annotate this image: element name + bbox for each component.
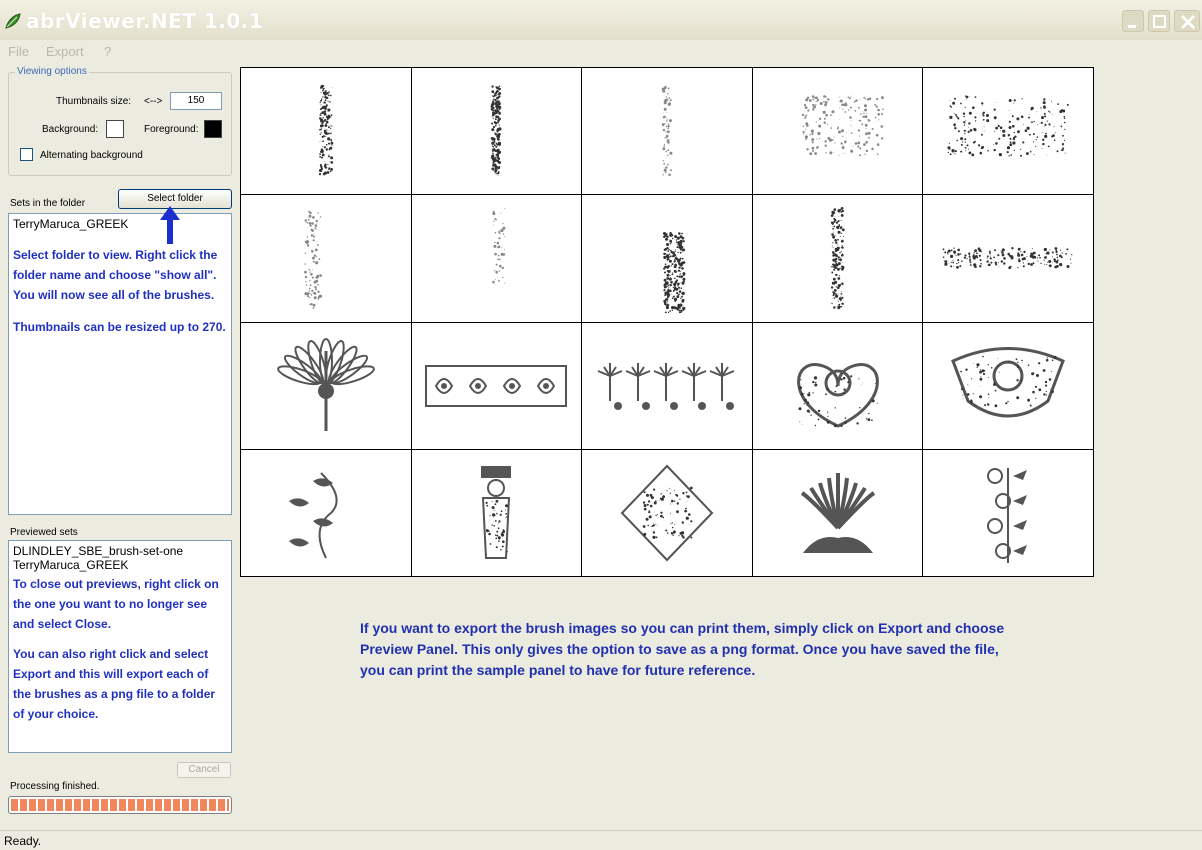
export-note: You can also right click and select Expo… (13, 647, 216, 721)
select-folder-note: Select folder to view. Right click the f… (13, 248, 218, 302)
minimize-button[interactable] (1122, 10, 1144, 32)
ornate-crest-brush-icon (951, 346, 1066, 418)
brush-thumbnail-grunge-vertical-streak-brush[interactable] (241, 68, 411, 195)
menu-help[interactable]: ? (104, 44, 111, 59)
list-item[interactable]: TerryMaruca_GREEK (9, 217, 231, 231)
scattered-dust-brush-icon (801, 95, 884, 157)
grunge-vertical-stroke-brush-icon (490, 85, 502, 176)
brush-thumbnail-grunge-vertical-stroke-brush[interactable] (411, 68, 582, 195)
sets-listbox[interactable]: TerryMaruca_GREEK Select folder to view.… (8, 213, 232, 515)
brush-thumbnail-ornate-crest-brush[interactable] (923, 322, 1093, 449)
foreground-label: Foreground: (144, 124, 199, 135)
close-previews-note: To close out previews, right click on th… (13, 577, 219, 631)
horizontal-streak-brush-icon (942, 247, 1073, 270)
brush-thumbnail-vertical-edge-texture-brush[interactable] (241, 195, 411, 322)
anthemion-palmette-brush-icon (800, 472, 875, 553)
scattered-speckle-brush-icon (947, 95, 1070, 157)
brush-thumbnail-caryatid-figure-brush[interactable] (411, 449, 582, 576)
leaf-app-icon (5, 13, 21, 29)
alternating-background-label: Alternating background (40, 150, 143, 161)
menu-bar: File Export ? (0, 40, 1202, 62)
sets-in-folder-label: Sets in the folder (10, 198, 86, 209)
brush-thumbnail-scattered-speckle-brush[interactable] (923, 68, 1093, 195)
greek-heart-ornament-brush-icon (796, 362, 879, 428)
foreground-color-swatch[interactable] (204, 120, 222, 138)
status-text: Ready. (4, 834, 42, 848)
menu-export[interactable]: Export (46, 44, 84, 59)
vertical-stripe-grunge-brush-icon (830, 207, 845, 310)
brush-thumbnail-greek-palmette-ornament-brush[interactable] (241, 322, 411, 449)
brush-thumbnail-grid (240, 67, 1094, 577)
progress-bar (8, 796, 232, 814)
brush-thumbnail-dense-vertical-grunge-brush[interactable] (582, 195, 752, 322)
greek-border-frieze-brush-icon (425, 364, 568, 407)
close-button[interactable] (1174, 10, 1200, 32)
thumbnail-size-label: Thumbnails size: (56, 96, 132, 107)
greek-palmette-ornament-brush-icon (276, 337, 375, 431)
floral-vine-brush-icon (288, 472, 338, 559)
grunge-vertical-streak-brush-icon (318, 85, 334, 176)
background-color-swatch[interactable] (106, 120, 124, 138)
resize-arrows-glyph: <--> (144, 96, 163, 107)
brush-thumbnail-greek-border-frieze-brush[interactable] (411, 322, 582, 449)
brush-thumbnail-spiral-vine-brush[interactable] (923, 449, 1093, 576)
brush-thumbnail-floral-vine-brush[interactable] (241, 449, 411, 576)
arrow-up-icon (160, 206, 180, 244)
brush-thumbnail-greek-heart-ornament-brush[interactable] (752, 322, 923, 449)
previewed-sets-listbox[interactable]: DLINDLEY_SBE_brush-set-one TerryMaruca_G… (8, 540, 232, 753)
export-instructions: If you want to export the brush images s… (360, 620, 1005, 678)
brush-thumbnail-vertical-stripe-grunge-brush[interactable] (752, 195, 923, 322)
floral-frieze-brush-icon (597, 362, 735, 410)
progress-fill (11, 799, 229, 811)
diamond-ornament-brush-icon (620, 464, 714, 562)
vertical-edge-texture-brush-icon (303, 211, 322, 310)
menu-file[interactable]: File (8, 44, 29, 59)
alternating-background-checkbox[interactable] (20, 148, 33, 161)
brush-thumbnail-diamond-ornament-brush[interactable] (582, 449, 752, 576)
faint-vertical-speckle-brush-icon (661, 86, 673, 177)
previewed-sets-label: Previewed sets (10, 527, 78, 538)
window-title: abrViewer.NET 1.0.1 (26, 9, 264, 33)
spiral-vine-brush-icon (987, 467, 1028, 563)
list-item[interactable]: TerryMaruca_GREEK (9, 558, 231, 572)
dense-vertical-grunge-brush-icon (662, 232, 686, 314)
brush-thumbnail-scattered-dust-brush[interactable] (752, 68, 923, 195)
background-label: Background: (42, 124, 99, 135)
brush-thumbnail-horizontal-streak-brush[interactable] (923, 195, 1093, 322)
title-bar: abrViewer.NET 1.0.1 (0, 0, 1202, 40)
caryatid-figure-brush-icon (481, 465, 512, 559)
cancel-button[interactable]: Cancel (177, 762, 231, 778)
brush-thumbnail-faint-vertical-speckle-brush[interactable] (582, 68, 752, 195)
faint-edge-texture-brush-icon (492, 208, 506, 285)
minimize-icon (1128, 25, 1136, 28)
maximize-icon (1153, 15, 1166, 28)
brush-thumbnail-anthemion-palmette-brush[interactable] (752, 449, 923, 576)
processing-status: Processing finished. (10, 781, 100, 792)
close-icon (1180, 14, 1196, 30)
viewing-options-legend: Viewing options (15, 66, 89, 77)
brush-thumbnail-faint-edge-texture-brush[interactable] (411, 195, 582, 322)
status-bar: Ready. (0, 830, 1202, 850)
list-item[interactable]: DLINDLEY_SBE_brush-set-one (9, 544, 231, 558)
resize-note: Thumbnails can be resized up to 270. (13, 320, 226, 334)
thumbnail-size-input[interactable]: 150 (170, 92, 222, 110)
brush-thumbnail-floral-frieze-brush[interactable] (582, 322, 752, 449)
maximize-button[interactable] (1148, 10, 1170, 32)
